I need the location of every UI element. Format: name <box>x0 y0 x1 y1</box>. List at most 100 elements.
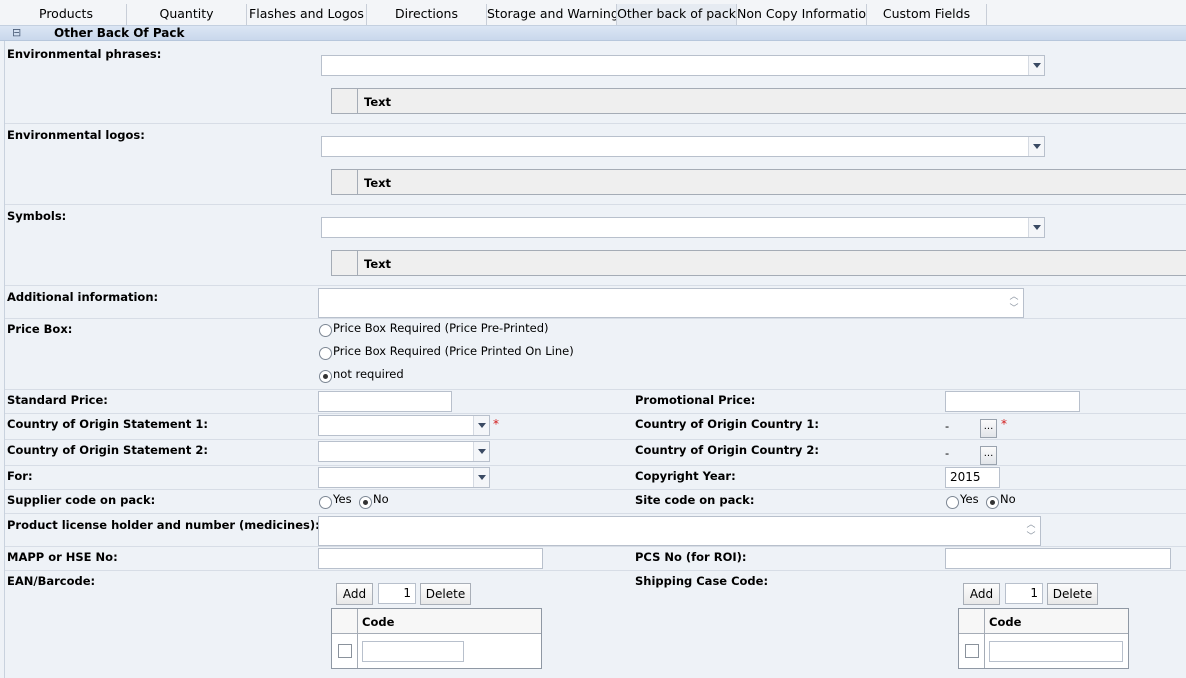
shipping-delete-button[interactable]: Delete <box>1047 583 1098 605</box>
promotional-price-label: Promotional Price: <box>635 393 756 407</box>
ean-grid: Code <box>331 608 542 669</box>
row-divider <box>5 570 1186 571</box>
section-title: Other Back Of Pack <box>54 26 185 40</box>
price-box-radio-not-required[interactable] <box>319 370 332 383</box>
row-checkbox[interactable] <box>965 644 979 658</box>
price-box-radio-on-line[interactable] <box>319 347 332 360</box>
text-column-header: Text <box>364 257 392 271</box>
price-box-option-label: Price Box Required (Price Printed On Lin… <box>333 344 574 358</box>
row-checkbox[interactable] <box>338 644 352 658</box>
tab-directions[interactable]: Directions <box>367 4 487 26</box>
chevron-down-icon <box>473 468 489 487</box>
supplier-code-no-radio[interactable] <box>359 496 372 509</box>
supplier-code-no-label: No <box>373 492 389 506</box>
price-box-option-label: not required <box>333 367 404 381</box>
ean-add-button[interactable]: Add <box>336 583 373 605</box>
symbols-select[interactable] <box>321 217 1045 238</box>
shipping-case-code-label: Shipping Case Code: <box>635 574 769 588</box>
grid-column-divider <box>984 609 985 668</box>
select-column-header <box>332 251 358 275</box>
env-logos-select[interactable] <box>321 136 1045 157</box>
coo-statement-1-label: Country of Origin Statement 1: <box>7 417 208 431</box>
grid-column-divider <box>357 609 358 668</box>
standard-price-input[interactable] <box>318 391 452 412</box>
code-column-header: Code <box>989 615 1022 629</box>
coo-statement-2-select[interactable] <box>318 441 490 462</box>
mapp-input[interactable] <box>318 548 543 569</box>
row-divider <box>5 285 1186 286</box>
env-phrases-label: Environmental phrases: <box>7 47 162 61</box>
row-divider <box>5 439 1186 440</box>
coo-country-2-label: Country of Origin Country 2: <box>635 443 820 457</box>
coo-country-1-value: - <box>945 419 950 433</box>
collapse-icon[interactable]: ⊟ <box>12 26 21 40</box>
supplier-code-yes-radio[interactable] <box>319 496 332 509</box>
price-box-option-label: Price Box Required (Price Pre-Printed) <box>333 321 549 335</box>
chevron-down-icon <box>473 416 489 435</box>
pcs-label: PCS No (for ROI): <box>635 550 747 564</box>
row-divider <box>5 123 1186 124</box>
price-box-label: Price Box: <box>7 322 73 336</box>
pcs-input[interactable] <box>945 548 1171 569</box>
ean-count-input[interactable]: 1 <box>378 583 416 604</box>
env-phrases-select[interactable] <box>321 55 1045 76</box>
shipping-grid: Code <box>958 608 1129 669</box>
price-box-radio-preprinted[interactable] <box>319 324 332 337</box>
text-column-header: Text <box>364 95 392 109</box>
additional-info-textarea[interactable]: ︿ ﹀ <box>318 288 1024 318</box>
left-border <box>4 41 5 678</box>
env-phrases-grid-header: Text <box>331 88 1186 114</box>
scroll-arrows-icon[interactable]: ︿ ﹀ <box>1024 519 1038 543</box>
symbols-label: Symbols: <box>7 209 67 223</box>
promotional-price-input[interactable] <box>945 391 1080 412</box>
product-license-textarea[interactable]: ︿ ﹀ <box>318 516 1041 546</box>
row-divider <box>5 204 1186 205</box>
ean-label: EAN/Barcode: <box>7 574 96 588</box>
select-column-header <box>332 89 358 113</box>
for-label: For: <box>7 469 33 483</box>
code-column-header: Code <box>362 615 395 629</box>
site-code-yes-label: Yes <box>960 492 979 506</box>
shipping-code-input[interactable] <box>989 641 1123 662</box>
symbols-grid-header: Text <box>331 250 1186 276</box>
copyright-year-input[interactable]: 2015 <box>945 467 1000 488</box>
site-code-label: Site code on pack: <box>635 493 755 507</box>
coo-country-1-label: Country of Origin Country 1: <box>635 417 820 431</box>
coo-country-2-browse-button[interactable]: ... <box>980 446 997 465</box>
tab-quantity[interactable]: Quantity <box>127 4 247 26</box>
row-divider <box>5 318 1186 319</box>
chevron-down-icon <box>473 442 489 461</box>
additional-info-label: Additional information: <box>7 290 159 304</box>
tab-custom-fields[interactable]: Custom Fields <box>867 4 987 26</box>
row-divider <box>5 513 1186 514</box>
tab-storage-and-warnings[interactable]: Storage and Warnings <box>487 4 617 26</box>
row-divider <box>5 389 1186 390</box>
mapp-label: MAPP or HSE No: <box>7 550 118 564</box>
copyright-year-label: Copyright Year: <box>635 469 736 483</box>
site-code-no-radio[interactable] <box>986 496 999 509</box>
text-column-header: Text <box>364 176 392 190</box>
tab-other-back-of-pack[interactable]: Other back of pack <box>617 4 737 26</box>
ean-delete-button[interactable]: Delete <box>420 583 471 605</box>
coo-country-2-value: - <box>945 446 950 460</box>
row-divider <box>5 413 1186 414</box>
coo-statement-1-select[interactable] <box>318 415 490 436</box>
coo-statement-2-label: Country of Origin Statement 2: <box>7 443 208 457</box>
product-license-label: Product license holder and number (medic… <box>7 518 320 532</box>
tab-products[interactable]: Products <box>6 4 127 26</box>
supplier-code-label: Supplier code on pack: <box>7 493 156 507</box>
tab-non-copy-information[interactable]: Non Copy Information <box>737 4 867 26</box>
site-code-yes-radio[interactable] <box>946 496 959 509</box>
supplier-code-yes-label: Yes <box>333 492 352 506</box>
section-header: ⊟ Other Back Of Pack <box>0 25 1186 41</box>
shipping-count-input[interactable]: 1 <box>1005 583 1043 604</box>
ean-code-input[interactable] <box>362 641 464 662</box>
chevron-down-icon <box>1028 56 1044 75</box>
shipping-add-button[interactable]: Add <box>963 583 1000 605</box>
scroll-arrows-icon[interactable]: ︿ ﹀ <box>1007 291 1021 315</box>
tab-flashes-and-logos[interactable]: Flashes and Logos <box>247 4 367 26</box>
for-select[interactable] <box>318 467 490 488</box>
select-column-header <box>332 170 358 194</box>
coo-country-1-browse-button[interactable]: ... <box>980 419 997 438</box>
row-divider <box>5 489 1186 490</box>
